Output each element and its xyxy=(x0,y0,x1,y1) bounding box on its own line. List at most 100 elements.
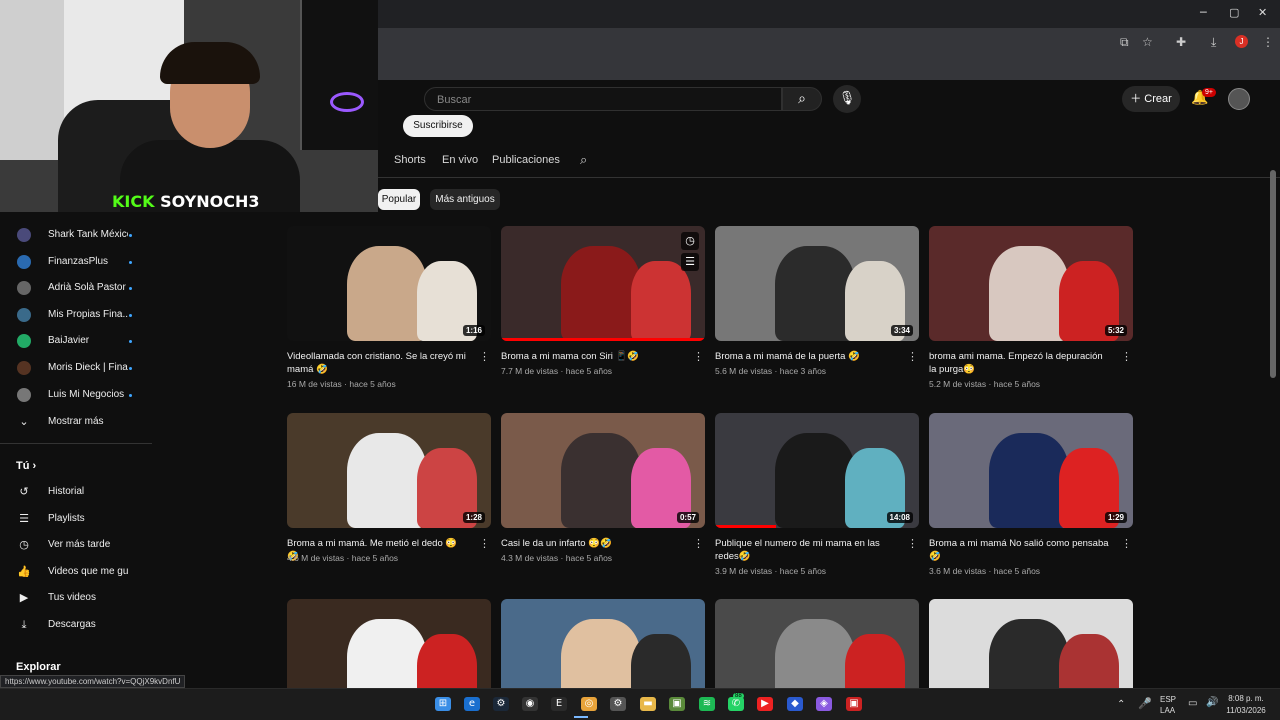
maximize-icon[interactable]: ▢ xyxy=(1229,6,1239,19)
sidebar-item-channel[interactable]: Mis Propias Fina... xyxy=(0,306,152,326)
webcam-door xyxy=(0,0,64,160)
video-title[interactable]: Broma a mi mama con Siri 📱🤣 xyxy=(501,350,681,363)
lang-bottom[interactable]: LAA xyxy=(1160,706,1175,715)
display-icon[interactable]: ▭ xyxy=(1188,698,1197,709)
more-options-icon[interactable]: ⋮ xyxy=(479,350,490,363)
video-age: hace 5 años xyxy=(993,379,1041,389)
sidebar-item-show-more[interactable]: ⌄ Mostrar más xyxy=(0,413,152,433)
tab-shorts[interactable]: Shorts xyxy=(394,154,426,166)
chip-popular[interactable]: Popular xyxy=(378,189,420,210)
lang-top[interactable]: ESP xyxy=(1160,695,1176,704)
video-title[interactable]: broma ami mama. Empezó la depuración la … xyxy=(929,350,1109,376)
sidebar-you-heading[interactable]: Tú › xyxy=(16,460,36,472)
video-thumbnail[interactable]: 5:32 xyxy=(929,226,1133,341)
sidebar-item-you[interactable]: ↺ Historial xyxy=(0,483,152,503)
sidebar-item-you[interactable]: 👍 Videos que me gust... xyxy=(0,563,152,583)
steam-icon[interactable]: ⚙ xyxy=(493,697,509,711)
app-purple-icon[interactable]: ◈ xyxy=(816,697,832,711)
sidebar-item-you[interactable]: ☰ Playlists xyxy=(0,510,152,530)
sidebar-item-you[interactable]: ◷ Ver más tarde xyxy=(0,536,152,556)
settings-icon[interactable]: ⚙ xyxy=(610,697,626,711)
notification-badge: 9+ xyxy=(1202,88,1216,97)
app-blue-icon[interactable]: ◆ xyxy=(787,697,803,711)
video-title[interactable]: Videollamada con cristiano. Se la creyó … xyxy=(287,350,467,376)
video-title[interactable]: Publique el numero de mi mama en las red… xyxy=(715,537,895,563)
mic-icon[interactable]: 🎙 xyxy=(833,85,861,113)
sidebar-item-channel[interactable]: BaiJavier xyxy=(0,332,152,352)
clock-date[interactable]: 11/03/2026 xyxy=(1226,706,1266,715)
chrome-icon[interactable]: ◎ xyxy=(581,697,597,711)
add-to-queue-icon[interactable]: ☰ xyxy=(681,253,699,271)
more-options-icon[interactable]: ⋮ xyxy=(479,537,490,550)
video-thumbnail[interactable]: 1:28 xyxy=(287,413,491,528)
video-thumbnail[interactable]: 1:16 xyxy=(287,226,491,341)
windows-start-icon[interactable]: ⊞ xyxy=(435,697,451,711)
sidebar-item-label: Tus videos xyxy=(48,592,96,604)
sidebar-item-channel[interactable]: Adrià Solà Pastor xyxy=(0,279,152,299)
video-title[interactable]: Casi le da un infarto 😳🤣 xyxy=(501,537,681,550)
more-options-icon[interactable]: ⋮ xyxy=(907,537,918,550)
sidebar-item-label: Moris Dieck | Fina... xyxy=(48,362,128,373)
more-options-icon[interactable]: ⋮ xyxy=(693,350,704,363)
thumbnail-figure xyxy=(989,433,1069,528)
subscribe-button[interactable]: Suscribirse xyxy=(403,115,473,137)
video-thumbnail[interactable]: 3:34 xyxy=(715,226,919,341)
profile-avatar[interactable]: J xyxy=(1235,35,1248,48)
new-content-dot xyxy=(129,313,132,317)
epic-games-icon[interactable]: E xyxy=(551,697,567,711)
tab-live[interactable]: En vivo xyxy=(442,154,478,166)
file-explorer-icon[interactable]: ▬ xyxy=(640,697,656,711)
sidebar-item-channel[interactable]: Shark Tank México xyxy=(0,226,152,246)
avatar[interactable] xyxy=(1228,88,1250,110)
channel-icon xyxy=(17,307,31,322)
mic-tray-icon[interactable]: 🎤 xyxy=(1138,697,1152,710)
video-title[interactable]: Broma a mi mamá de la puerta 🤣 xyxy=(715,350,895,363)
more-options-icon[interactable]: ⋮ xyxy=(693,537,704,550)
volume-icon[interactable]: 🔊 xyxy=(1206,697,1218,708)
clock-time[interactable]: 8:08 p. m. xyxy=(1226,694,1266,703)
thumbnail-figure xyxy=(775,433,855,528)
app-red-icon[interactable]: ▣ xyxy=(846,697,862,711)
sidebar-item-channel[interactable]: Moris Dieck | Fina... xyxy=(0,359,152,379)
sidebar-item-you[interactable]: ⤓ Descargas xyxy=(0,616,152,636)
video-views: 16 M de vistas xyxy=(287,379,342,389)
cast-icon[interactable]: ⧉ xyxy=(1120,35,1129,50)
sidebar-item-channel[interactable]: FinanzasPlus xyxy=(0,253,152,273)
minecraft-icon[interactable]: ▣ xyxy=(669,697,685,711)
more-options-icon[interactable]: ⋮ xyxy=(1121,537,1132,550)
chip-oldest[interactable]: Más antiguos xyxy=(430,189,500,210)
download-icon[interactable]: ⤓ xyxy=(1211,35,1216,50)
more-options-icon[interactable]: ⋮ xyxy=(907,350,918,363)
edge-icon[interactable]: e xyxy=(464,697,480,711)
video-thumbnail[interactable]: 1:29 xyxy=(929,413,1133,528)
tray-arrow-icon[interactable]: ⌃ xyxy=(1117,699,1125,710)
sidebar-item-you[interactable]: ▶ Tus videos xyxy=(0,589,152,609)
video-thumbnail[interactable]: ◷ ☰ xyxy=(501,226,705,341)
bookmark-star-icon[interactable]: ☆ xyxy=(1142,35,1153,49)
search-icon[interactable]: ⌕ xyxy=(782,87,822,111)
extensions-icon[interactable]: ✚ xyxy=(1176,35,1186,49)
close-icon[interactable]: ✕ xyxy=(1258,6,1267,19)
video-title[interactable]: Broma a mi mamá No salió como pensaba 🤣 xyxy=(929,537,1109,563)
spotify-icon[interactable]: ≋ xyxy=(699,697,715,711)
video-thumbnail[interactable]: 14:08 xyxy=(715,413,919,528)
sidebar-item-channel[interactable]: Luis Mi Negocios xyxy=(0,386,152,406)
browser-menu-icon[interactable]: ⋮ xyxy=(1262,35,1274,49)
youtube-app-icon[interactable]: ▶ xyxy=(757,697,773,711)
search-input[interactable]: Buscar xyxy=(424,87,782,111)
video-meta: 4.6 M de vistas · hace 5 años xyxy=(287,553,399,563)
channel-search-icon[interactable]: ⌕ xyxy=(580,153,587,168)
create-button[interactable]: ＋ Crear xyxy=(1122,86,1180,112)
new-content-dot xyxy=(129,287,132,291)
more-options-icon[interactable]: ⋮ xyxy=(1121,350,1132,363)
video-age: hace 5 años xyxy=(993,566,1041,576)
whatsapp-icon[interactable]: ✆ xyxy=(728,697,744,711)
watch-later-icon[interactable]: ◷ xyxy=(681,232,699,250)
obs-icon[interactable]: ◉ xyxy=(522,697,538,711)
tab-posts[interactable]: Publicaciones xyxy=(492,154,560,166)
thumbnail-figure xyxy=(347,246,427,341)
page-scrollbar[interactable] xyxy=(1270,170,1276,378)
channel-icon xyxy=(17,361,31,375)
minimize-icon[interactable]: ─ xyxy=(1200,6,1207,19)
video-thumbnail[interactable]: 0:57 xyxy=(501,413,705,528)
